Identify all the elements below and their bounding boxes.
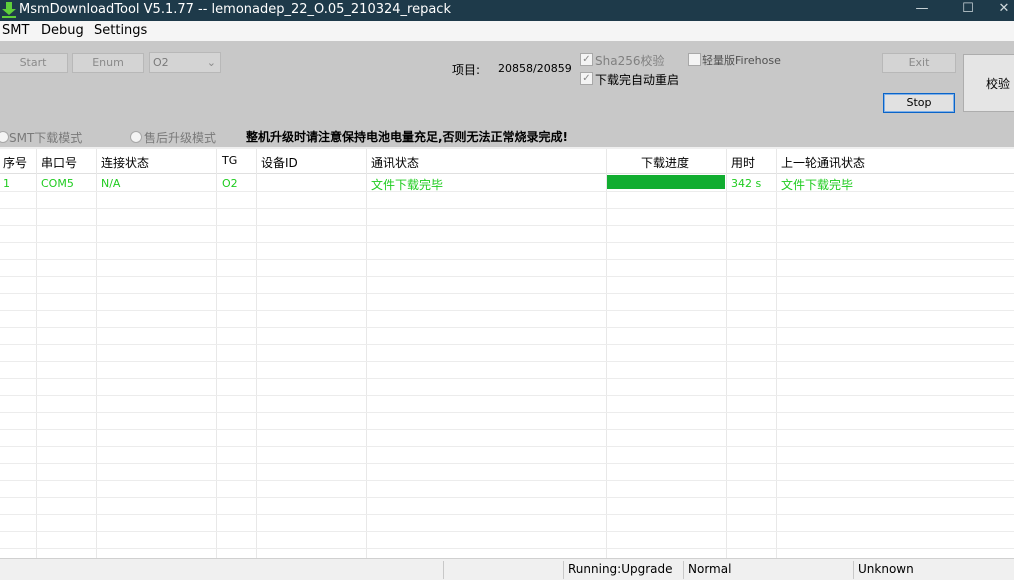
- status-unknown: Unknown: [858, 562, 914, 576]
- menu-debug[interactable]: Debug: [41, 23, 84, 38]
- col-index[interactable]: 序号: [3, 154, 27, 171]
- project-label: 项目:: [452, 63, 481, 77]
- row-divider: [0, 310, 1014, 311]
- status-separator: [443, 561, 444, 579]
- chevron-down-icon: ⌄: [206, 56, 216, 69]
- lite-firehose-label: 轻量版Firehose: [702, 54, 781, 67]
- row-divider: [0, 514, 1014, 515]
- device-table: 序号 串口号 连接状态 TG 设备ID 通讯状态 下载进度 用时 上一轮通讯状态…: [0, 149, 1014, 558]
- row-index: 1: [3, 177, 10, 190]
- status-separator: [563, 561, 564, 579]
- row-divider: [0, 208, 1014, 209]
- row-time: 342 s: [731, 177, 762, 190]
- row-divider: [0, 446, 1014, 447]
- col-connection[interactable]: 连接状态: [101, 154, 149, 171]
- row-divider: [0, 497, 1014, 498]
- after-sales-mode-radio[interactable]: [130, 131, 142, 143]
- col-device-id[interactable]: 设备ID: [261, 154, 298, 171]
- exit-button[interactable]: Exit: [882, 53, 956, 73]
- close-button[interactable]: ✕: [994, 0, 1014, 21]
- start-button[interactable]: Start: [0, 53, 68, 73]
- minimize-button[interactable]: —: [902, 0, 942, 21]
- row-divider: [0, 276, 1014, 277]
- row-divider: [0, 259, 1014, 260]
- row-tg: O2: [222, 177, 238, 190]
- menu-settings[interactable]: Settings: [94, 23, 147, 38]
- sha256-checkbox[interactable]: ✓: [580, 53, 593, 66]
- battery-warning: 整机升级时请注意保持电池电量充足,否则无法正常烧录完成!: [246, 130, 569, 144]
- row-progress-bar: [607, 175, 725, 189]
- auto-reboot-label: 下载完自动重启: [595, 73, 680, 87]
- auto-reboot-checkbox[interactable]: ✓: [580, 72, 593, 85]
- row-divider: [0, 412, 1014, 413]
- row-divider: [0, 480, 1014, 481]
- row-divider: [0, 242, 1014, 243]
- menu-smt[interactable]: SMT: [2, 23, 29, 38]
- verify-button[interactable]: 校验: [963, 54, 1014, 112]
- col-port[interactable]: 串口号: [41, 154, 77, 171]
- row-divider: [0, 548, 1014, 549]
- table-header: 序号 串口号 连接状态 TG 设备ID 通讯状态 下载进度 用时 上一轮通讯状态: [0, 149, 1014, 174]
- col-progress[interactable]: 下载进度: [641, 154, 689, 171]
- row-divider: [0, 429, 1014, 430]
- status-running: Running:Upgrade: [568, 562, 673, 576]
- status-separator: [683, 561, 684, 579]
- maximize-button[interactable]: ☐: [948, 0, 988, 21]
- menu-bar: SMT Debug Settings: [0, 21, 1014, 42]
- col-time[interactable]: 用时: [731, 154, 755, 171]
- row-divider: [0, 395, 1014, 396]
- col-last-status[interactable]: 上一轮通讯状态: [781, 154, 865, 171]
- row-port: COM5: [41, 177, 74, 190]
- row-divider: [0, 378, 1014, 379]
- status-separator: [853, 561, 854, 579]
- smt-mode-label: SMT下载模式: [9, 131, 83, 145]
- row-divider: [0, 293, 1014, 294]
- row-divider: [0, 463, 1014, 464]
- stop-button[interactable]: Stop: [883, 93, 955, 113]
- target-select-value: O2: [153, 56, 169, 69]
- project-value: 20858/20859: [498, 62, 572, 75]
- download-arrow-icon: [2, 2, 16, 18]
- row-connection: N/A: [101, 177, 121, 190]
- lite-firehose-checkbox[interactable]: [688, 53, 701, 66]
- row-divider: [0, 191, 1014, 192]
- row-comm-status: 文件下载完毕: [371, 178, 444, 192]
- row-divider: [0, 327, 1014, 328]
- row-divider: [0, 361, 1014, 362]
- row-last-status: 文件下载完毕: [781, 178, 854, 192]
- col-tg[interactable]: TG: [222, 154, 237, 167]
- enum-button[interactable]: Enum: [72, 53, 144, 73]
- status-mode: Normal: [688, 562, 732, 576]
- row-divider: [0, 344, 1014, 345]
- col-comm-status[interactable]: 通讯状态: [371, 154, 419, 171]
- row-divider: [0, 531, 1014, 532]
- target-select[interactable]: O2 ⌄: [149, 52, 221, 73]
- row-divider: [0, 225, 1014, 226]
- sha256-label: Sha256校验: [595, 54, 665, 68]
- status-bar: Running:Upgrade Normal Unknown: [0, 558, 1014, 580]
- after-sales-mode-label: 售后升级模式: [144, 131, 217, 145]
- window-title: MsmDownloadTool V5.1.77 -- lemonadep_22_…: [19, 2, 451, 17]
- title-bar: MsmDownloadTool V5.1.77 -- lemonadep_22_…: [0, 0, 1014, 21]
